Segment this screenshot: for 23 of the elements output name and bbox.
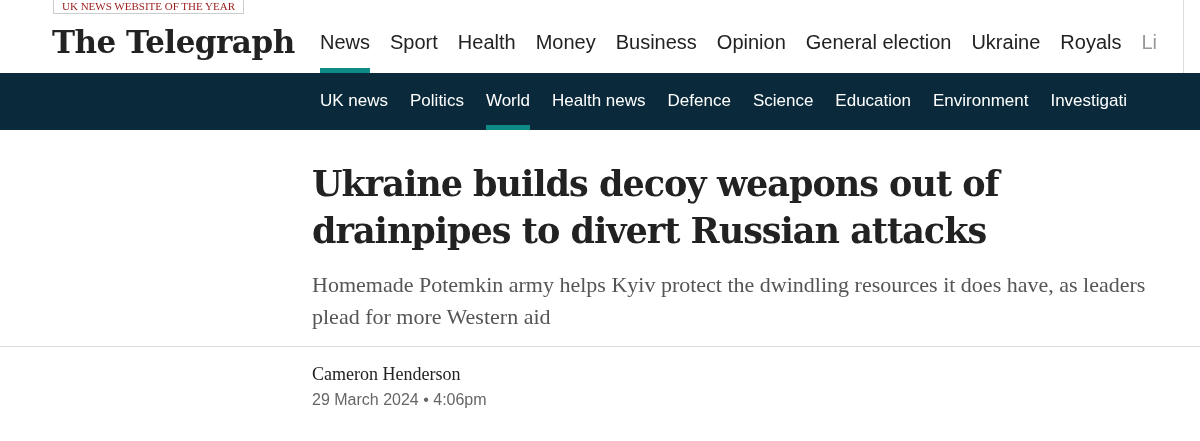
site-logo[interactable]: The Telegraph: [52, 24, 320, 60]
nav-tab[interactable]: Opinion: [716, 0, 786, 73]
section-tab[interactable]: Politics: [410, 73, 464, 130]
nav-tab[interactable]: General election: [805, 0, 952, 73]
section-tab[interactable]: Science: [752, 73, 814, 130]
nav-tab[interactable]: Ukraine: [971, 0, 1041, 73]
standfirst: Homemade Potemkin army helps Kyiv protect the dwindling resources it does have, as leaders plead for more Western aid: [312, 271, 1147, 331]
nav-tab[interactable]: Business: [615, 0, 697, 73]
section-tab[interactable]: Health news: [552, 73, 646, 130]
nav-tab[interactable]: Health: [457, 0, 516, 73]
nav-tab[interactable]: Money: [535, 0, 596, 73]
nav-tab[interactable]: Royals: [1060, 0, 1122, 73]
section-tab[interactable]: Environment: [933, 73, 1029, 130]
section-tab[interactable]: Investigati: [1050, 73, 1127, 130]
section-tab[interactable]: Defence: [667, 73, 731, 130]
section-tab[interactable]: Education: [835, 73, 911, 130]
publish-date: 29 March 2024 • 4:06pm: [312, 391, 487, 409]
section-tab[interactable]: UK news: [320, 73, 389, 130]
nav-tab[interactable]: Sport: [390, 0, 438, 73]
section-tab[interactable]: World: [485, 73, 530, 130]
headline: Ukraine builds decoy weapons out of drainpipes to divert Russian attacks: [312, 160, 1052, 254]
award-badge: UK NEWS WEBSITE OF THE YEAR: [53, 0, 245, 14]
author-link[interactable]: Cameron Henderson: [312, 364, 461, 385]
